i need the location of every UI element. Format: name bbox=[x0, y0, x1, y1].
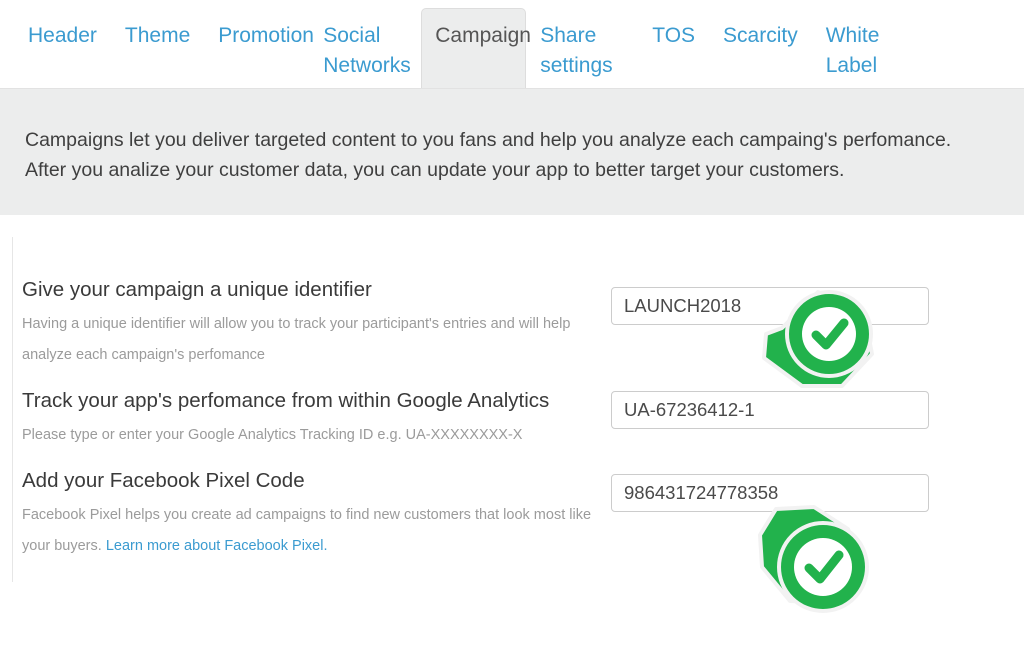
campaign-identifier-label: Give your campaign a unique identifier bbox=[22, 278, 372, 301]
form-row-labels: Add your Facebook Pixel Code Facebook Pi… bbox=[22, 468, 597, 562]
tab-scarcity[interactable]: Scarcity bbox=[709, 8, 812, 59]
form-row-input bbox=[611, 468, 929, 512]
tab-header[interactable]: Header bbox=[14, 8, 111, 59]
tab-social-networks[interactable]: Social Networks bbox=[309, 8, 421, 89]
tab-promotion[interactable]: Promotion bbox=[204, 8, 314, 59]
form-left-rule bbox=[12, 237, 13, 582]
tab-theme[interactable]: Theme bbox=[111, 8, 204, 59]
tab-white-label[interactable]: White Label bbox=[812, 8, 924, 89]
campaign-description-banner: Campaigns let you deliver targeted conte… bbox=[0, 89, 1024, 215]
facebook-pixel-learn-more-link[interactable]: Learn more about Facebook Pixel. bbox=[106, 538, 328, 554]
campaign-identifier-input[interactable] bbox=[611, 287, 929, 325]
form-row-input bbox=[611, 388, 929, 429]
facebook-pixel-label: Add your Facebook Pixel Code bbox=[22, 469, 305, 492]
campaign-description-text: Campaigns let you deliver targeted conte… bbox=[25, 128, 952, 181]
form-row-input bbox=[611, 277, 929, 325]
campaign-form: Give your campaign a unique identifier H… bbox=[0, 215, 1024, 652]
facebook-pixel-input[interactable] bbox=[611, 474, 929, 512]
tab-bar: Header Theme Promotion Social Networks C… bbox=[0, 0, 1024, 89]
google-analytics-label: Track your app's perfomance from within … bbox=[22, 389, 550, 412]
facebook-pixel-help: Facebook Pixel helps you create ad campa… bbox=[22, 500, 592, 562]
campaign-identifier-help: Having a unique identifier will allow yo… bbox=[22, 316, 571, 363]
tab-tos[interactable]: TOS bbox=[638, 8, 709, 59]
form-row-labels: Give your campaign a unique identifier H… bbox=[22, 277, 597, 371]
form-row-labels: Track your app's perfomance from within … bbox=[22, 388, 597, 451]
tab-list: Header Theme Promotion Social Networks C… bbox=[14, 8, 924, 89]
google-analytics-help: Please type or enter your Google Analyti… bbox=[22, 427, 523, 443]
google-analytics-input[interactable] bbox=[611, 391, 929, 429]
tab-share-settings[interactable]: Share settings bbox=[526, 8, 638, 89]
tab-campaign[interactable]: Campaign bbox=[421, 8, 531, 89]
